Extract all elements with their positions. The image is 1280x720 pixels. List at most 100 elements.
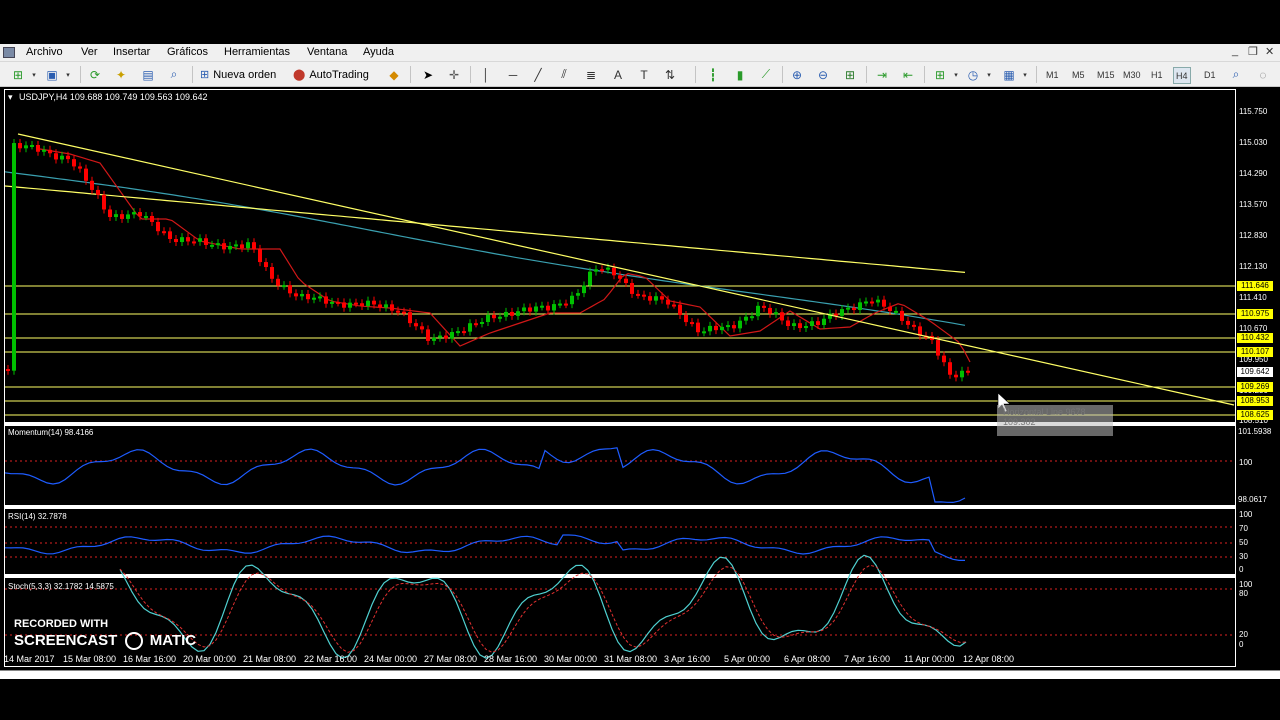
candlestick-icon[interactable]: ▮ (732, 67, 748, 82)
time-label: 22 Mar 16:00 (304, 654, 358, 664)
candle-body (540, 305, 544, 308)
trendline-icon[interactable]: ╱ (530, 67, 546, 82)
autoscroll-icon[interactable]: ⇥ (874, 67, 890, 82)
price-label: 113.570 (1239, 200, 1268, 209)
candle-body (816, 321, 820, 325)
screencast-logo-icon (124, 632, 143, 651)
candle-body (720, 326, 724, 331)
zoom-in-icon[interactable]: ⊕ (789, 67, 805, 82)
menu-ayuda[interactable]: Ayuda (363, 46, 394, 58)
tile-windows-icon[interactable]: ⊞ (842, 67, 858, 82)
hline-price-tag: 108.625 (1237, 410, 1273, 420)
new-chart-icon[interactable]: ⊞ (10, 67, 26, 82)
menu-herramientas[interactable]: Herramientas (224, 46, 290, 58)
search-icon[interactable]: ⌕ (1228, 67, 1244, 82)
timeframe-m15[interactable]: M15 (1095, 67, 1117, 82)
candle-body (450, 331, 454, 339)
candle-body (438, 335, 442, 338)
timeframe-m30[interactable]: M30 (1121, 67, 1143, 82)
templates-icon[interactable]: ▦ (1001, 67, 1017, 82)
navigator-icon[interactable]: ✦ (113, 67, 129, 82)
candle-body (396, 310, 400, 313)
menu-insertar[interactable]: Insertar (113, 46, 150, 58)
rsi-scale: 0 (1239, 565, 1244, 574)
text-icon[interactable]: A (610, 67, 626, 82)
candle-body (804, 326, 808, 329)
cursor-icon[interactable]: ➤ (420, 67, 436, 82)
watermark-line3: MATIC (149, 632, 197, 649)
candle-body (306, 293, 310, 300)
bottom-status-strip (0, 670, 1280, 679)
candle-body (852, 307, 856, 311)
meta-editor-icon[interactable]: ◆ (386, 67, 402, 82)
channel-icon[interactable]: ⫽ (556, 67, 572, 82)
candle-body (222, 243, 226, 250)
autotrading-button[interactable]: ⬤ AutoTrading (293, 66, 369, 83)
screencast-watermark: RECORDED WITH SCREENCAST MATIC (14, 618, 197, 651)
timeframe-d1[interactable]: D1 (1202, 67, 1218, 82)
indicators-icon[interactable]: ⊞ (932, 67, 948, 82)
time-label: 12 Apr 08:00 (963, 654, 1015, 664)
candle-body (102, 194, 106, 210)
vertical-line-icon[interactable]: │ (478, 67, 494, 82)
bar-chart-icon[interactable]: ┇ (705, 67, 721, 82)
price-label: 112.130 (1239, 262, 1268, 271)
candle-body (234, 244, 238, 247)
chart-header: USDJPY,H4 109.688 109.749 109.563 109.64… (19, 92, 208, 102)
menu-ver[interactable]: Ver (81, 46, 98, 58)
timeframe-m5[interactable]: M5 (1070, 67, 1087, 82)
timeframe-m1[interactable]: M1 (1044, 67, 1061, 82)
time-label: 28 Mar 16:00 (484, 654, 538, 664)
close-icon[interactable]: ✕ (1265, 45, 1274, 58)
candle-body (180, 237, 184, 243)
candle-body (354, 302, 358, 305)
time-label: 6 Apr 08:00 (784, 654, 831, 664)
restore-icon[interactable]: ❐ (1248, 45, 1258, 58)
market-watch-icon[interactable]: ⟳ (87, 67, 103, 82)
stoch-scale: 0 (1239, 640, 1244, 649)
chat-icon[interactable]: ◌ (1255, 67, 1271, 82)
terminal-icon[interactable]: ▤ (140, 67, 156, 82)
new-chart-dropdown-icon[interactable]: ▾ (26, 67, 42, 82)
hline-price-tag: 110.975 (1237, 309, 1273, 319)
candle-body (270, 267, 274, 279)
price-label: 111.410 (1239, 293, 1267, 302)
chart-shift-icon[interactable]: ⇤ (900, 67, 916, 82)
text-label-icon[interactable]: T (636, 67, 652, 82)
indicators-dropdown-icon[interactable]: ▾ (948, 67, 964, 82)
chart-window[interactable]: ▾ USDJPY,H4 109.688 109.749 109.563 109.… (0, 87, 1280, 670)
zoom-out-icon[interactable]: ⊖ (815, 67, 831, 82)
menu-archivo[interactable]: Archivo (26, 46, 63, 58)
new-order-button[interactable]: ⊞ Nueva orden (200, 66, 276, 83)
crosshair-icon[interactable]: ✛ (446, 67, 462, 82)
timeframe-h1[interactable]: H1 (1149, 67, 1165, 82)
strategy-tester-icon[interactable]: ⌕ (166, 67, 182, 82)
stoch-scale: 100 (1239, 580, 1253, 589)
minimize-icon[interactable]: _ (1232, 45, 1238, 57)
periods-icon[interactable]: ◷ (965, 67, 981, 82)
time-label: 24 Mar 00:00 (364, 654, 418, 664)
candle-body (474, 323, 478, 326)
line-chart-icon[interactable]: ⟋ (758, 67, 774, 82)
time-label: 20 Mar 00:00 (183, 654, 237, 664)
time-label: 7 Apr 16:00 (844, 654, 891, 664)
candle-body (408, 312, 412, 324)
candle-body (348, 302, 352, 308)
timeframe-h4[interactable]: H4 (1173, 67, 1191, 84)
fibonacci-icon[interactable]: ≣ (583, 67, 599, 82)
candle-body (144, 215, 148, 218)
stoch-scale: 80 (1239, 589, 1248, 598)
periods-dropdown-icon[interactable]: ▾ (981, 67, 997, 82)
candle-body (372, 300, 376, 305)
candle-body (942, 355, 946, 363)
candle-body (456, 331, 460, 334)
profiles-dropdown-icon[interactable]: ▾ (60, 67, 76, 82)
horizontal-line-icon[interactable]: ─ (505, 67, 521, 82)
menu-ventana[interactable]: Ventana (307, 46, 347, 58)
profiles-icon[interactable]: ▣ (44, 67, 60, 82)
candle-body (288, 285, 292, 294)
templates-dropdown-icon[interactable]: ▾ (1017, 67, 1033, 82)
candle-body (636, 293, 640, 296)
arrows-icon[interactable]: ⇅ (662, 67, 678, 82)
menu-graficos[interactable]: Gráficos (167, 46, 208, 58)
